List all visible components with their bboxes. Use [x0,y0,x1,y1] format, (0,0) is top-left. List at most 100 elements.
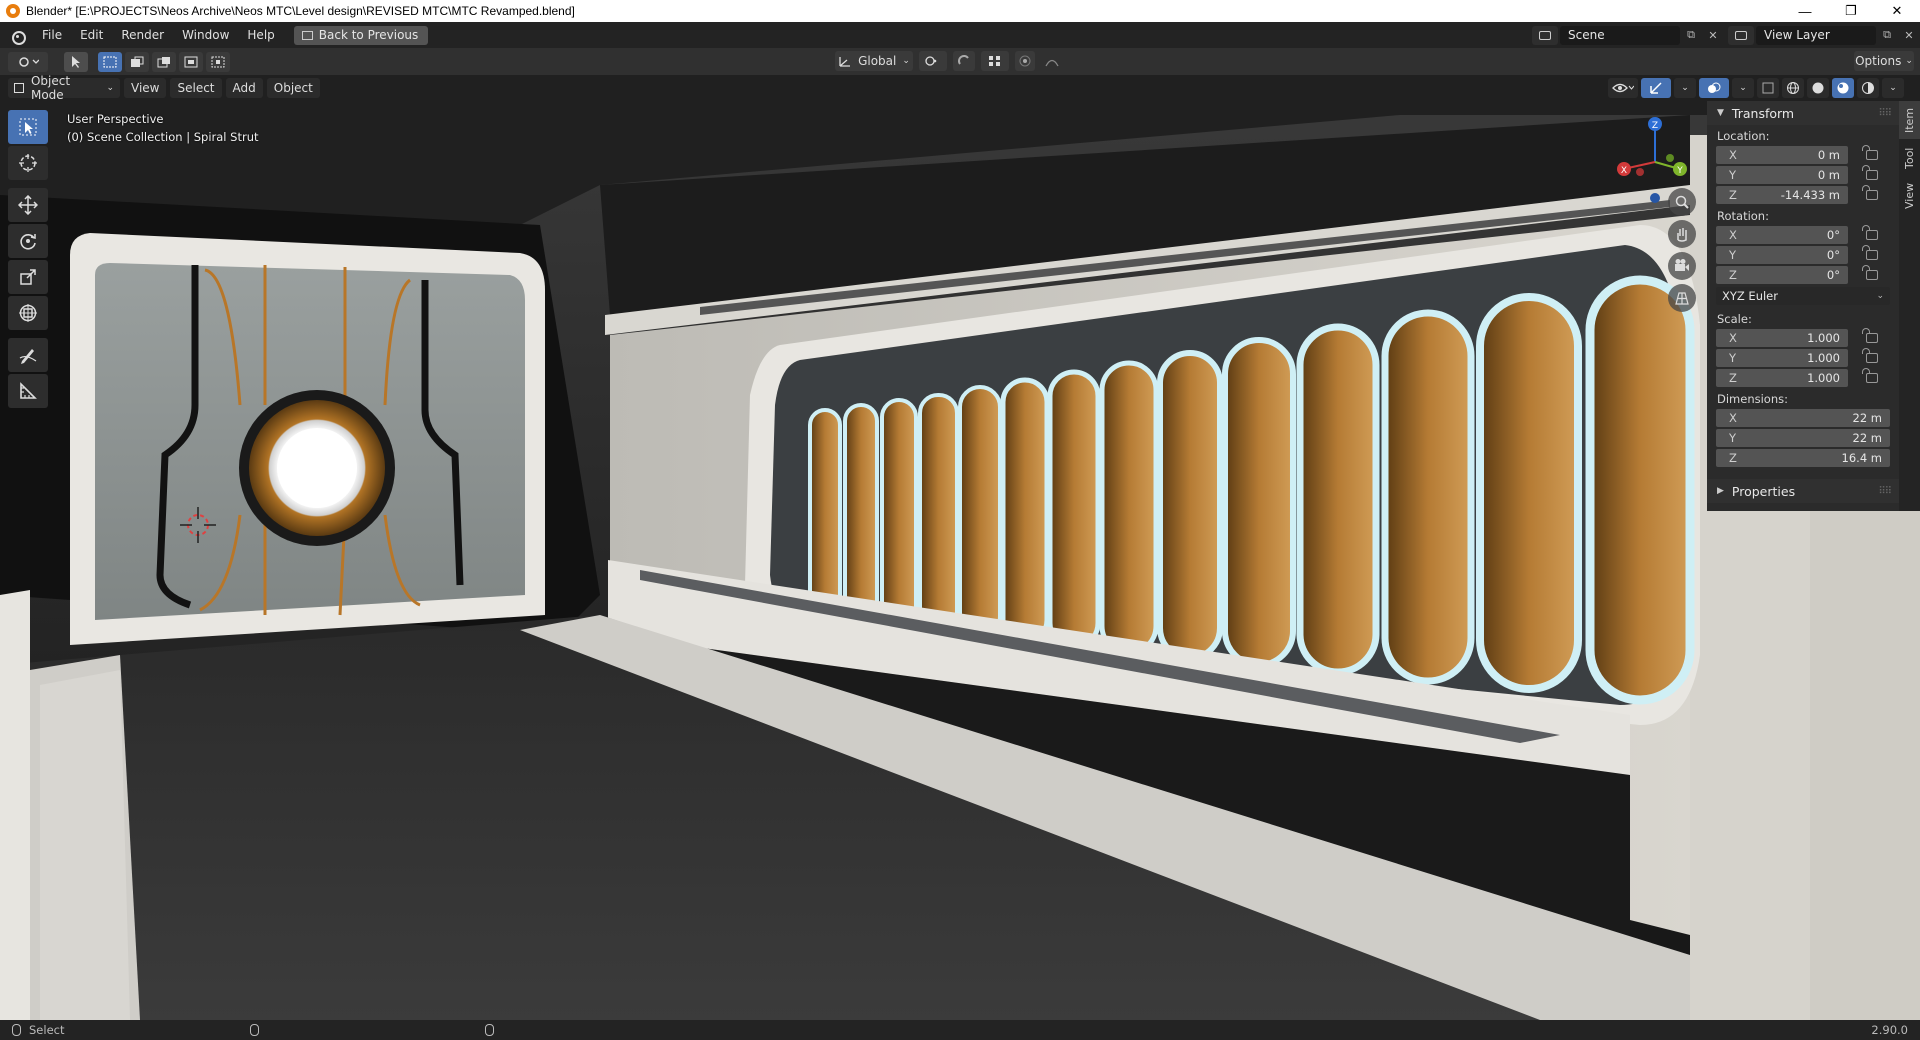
scene-name-field[interactable]: Scene [1560,25,1680,45]
lock-icon[interactable] [1862,367,1878,383]
lock-icon[interactable] [1862,244,1878,260]
perspective-toggle-icon[interactable] [1668,284,1696,312]
dimensions-z-field[interactable]: Z 16.4 m [1716,448,1890,467]
rotation-z-field[interactable]: Z 0° [1716,265,1848,284]
toggle-xray-icon[interactable] [1757,78,1779,98]
pivot-point-dropdown[interactable] [919,51,947,71]
transform-tool-icon[interactable] [8,296,48,330]
3d-viewport[interactable]: User Perspective (0) Scene Collection | … [0,75,1920,1020]
camera-view-icon[interactable] [1668,252,1696,280]
select-invert-icon[interactable] [179,51,203,72]
rotate-tool-icon[interactable] [8,224,48,258]
rotation-x-row: X 0° [1707,224,1899,244]
rotation-mode-value: XYZ Euler [1722,289,1778,303]
select-box-tool-icon[interactable] [8,110,48,144]
menu-window[interactable]: Window [173,22,238,48]
viewport-menu-select[interactable]: Select [170,78,222,98]
tab-item[interactable]: Item [1899,101,1920,139]
show-overlays-icon[interactable] [1699,78,1729,98]
proportional-edit-icon[interactable] [1015,51,1035,71]
transform-orientation-dropdown[interactable]: Global ⌄ [835,51,913,71]
close-button[interactable]: ✕ [1874,0,1920,22]
rotation-z-row: Z 0° [1707,264,1899,284]
menu-edit[interactable]: Edit [71,22,112,48]
minimize-button[interactable]: — [1782,0,1828,22]
solid-shading-icon[interactable] [1807,78,1829,98]
maximize-button[interactable]: ❐ [1828,0,1874,22]
new-scene-icon[interactable]: ⧉ [1680,26,1702,45]
delete-view-layer-icon[interactable]: ✕ [1898,26,1920,45]
rotation-mode-dropdown[interactable]: XYZ Euler ⌄ [1716,287,1890,305]
menu-file[interactable]: File [33,22,71,48]
orientation-axes-icon [839,57,851,67]
zoom-icon[interactable] [1668,188,1696,216]
axis-label: X [1729,410,1737,425]
wireframe-shading-icon[interactable] [1782,78,1804,98]
select-subtract-icon[interactable] [152,51,176,72]
snap-target-dropdown[interactable] [981,51,1009,71]
editor-type-dropdown[interactable] [8,51,48,72]
lock-icon[interactable] [1862,264,1878,280]
tab-view[interactable]: View [1899,177,1920,215]
show-gizmo-icon[interactable] [1641,78,1671,98]
delete-scene-icon[interactable]: ✕ [1702,26,1724,45]
panel-grip-icon[interactable]: ⠿⠿ [1878,108,1892,119]
tab-tool[interactable]: Tool [1899,139,1920,177]
back-to-previous-button[interactable]: Back to Previous [293,25,429,45]
location-z-value: -14.433 m [1780,187,1840,202]
dimensions-x-field[interactable]: X 22 m [1716,408,1890,427]
scale-x-field[interactable]: X 1.000 [1716,328,1848,347]
select-tool-mode-icon[interactable] [64,51,88,72]
pan-hand-icon[interactable] [1668,220,1696,248]
lock-icon[interactable] [1862,184,1878,200]
lock-icon[interactable] [1862,164,1878,180]
panel-grip-icon[interactable]: ⠿⠿ [1878,486,1892,497]
proportional-falloff-icon[interactable] [1041,51,1067,71]
rotation-label: Rotation: [1717,209,1769,223]
shading-options-icon[interactable]: ⌄ [1882,78,1904,98]
object-mode-dropdown[interactable]: Object Mode ⌄ [8,74,120,102]
location-z-field[interactable]: Z -14.433 m [1716,185,1848,204]
gizmo-options-icon[interactable]: ⌄ [1674,78,1696,98]
select-new-icon[interactable] [98,51,122,72]
viewport-menu-view[interactable]: View [124,78,167,98]
viewport-render[interactable] [0,75,1920,1020]
view-layer-field[interactable]: View Layer [1756,25,1876,45]
lock-icon[interactable] [1862,347,1878,363]
lock-icon[interactable] [1862,327,1878,343]
move-tool-icon[interactable] [8,188,48,222]
select-extend-icon[interactable] [125,51,149,72]
gizmo-z-label: Z [1652,121,1658,131]
object-visibility-icon[interactable] [1608,78,1638,98]
material-preview-shading-icon[interactable] [1832,78,1854,98]
overlay-options-icon[interactable]: ⌄ [1732,78,1754,98]
scene-selector-icon[interactable] [1532,25,1558,45]
measure-tool-icon[interactable] [8,374,48,408]
rotation-y-field[interactable]: Y 0° [1716,245,1848,264]
options-dropdown[interactable]: Options ⌄ [1854,51,1914,71]
location-x-field[interactable]: X 0 m [1716,145,1848,164]
properties-panel-header[interactable]: ▶ Properties ⠿⠿ [1707,479,1899,503]
menu-render[interactable]: Render [112,22,173,48]
cursor-tool-icon[interactable] [8,146,48,180]
rendered-shading-icon[interactable] [1857,78,1879,98]
lock-icon[interactable] [1862,224,1878,240]
scale-y-field[interactable]: Y 1.000 [1716,348,1848,367]
view-layer-selector-icon[interactable] [1728,25,1754,45]
annotate-tool-icon[interactable] [8,338,48,372]
transform-panel-header[interactable]: ▼ Transform ⠿⠿ [1707,101,1899,125]
rotation-x-field[interactable]: X 0° [1716,225,1848,244]
blender-logo-icon[interactable] [9,27,26,45]
new-view-layer-icon[interactable]: ⧉ [1876,26,1898,45]
scale-z-field[interactable]: Z 1.000 [1716,368,1848,387]
location-y-field[interactable]: Y 0 m [1716,165,1848,184]
menu-help[interactable]: Help [238,22,283,48]
scale-tool-icon[interactable] [8,260,48,294]
dimensions-y-field[interactable]: Y 22 m [1716,428,1890,447]
lock-icon[interactable] [1862,144,1878,160]
viewport-menu-object[interactable]: Object [266,78,320,98]
axis-label: Z [1729,267,1737,282]
viewport-menu-add[interactable]: Add [225,78,263,98]
snap-toggle-icon[interactable] [953,51,975,71]
select-intersect-icon[interactable] [206,51,230,72]
